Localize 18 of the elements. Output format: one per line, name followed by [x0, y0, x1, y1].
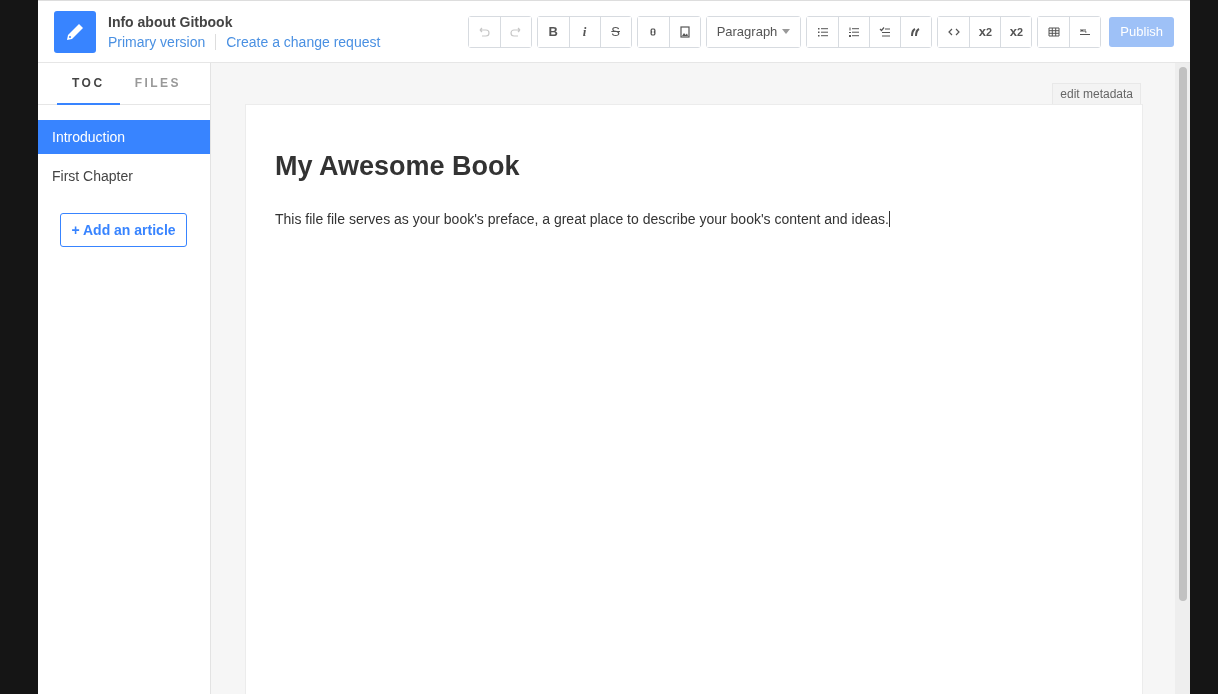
- caret-icon: [782, 29, 791, 34]
- strikethrough-button[interactable]: S: [599, 16, 631, 47]
- edit-logo-icon: [54, 10, 96, 53]
- quote-button[interactable]: [900, 16, 932, 47]
- scrollbar[interactable]: [1175, 63, 1190, 694]
- rule-button[interactable]: [1069, 16, 1101, 47]
- image-button[interactable]: [668, 16, 700, 47]
- add-article-button[interactable]: + Add an article: [60, 213, 187, 247]
- text-cursor: [888, 211, 890, 227]
- toc-item[interactable]: First Chapter: [38, 159, 210, 193]
- edit-metadata-button[interactable]: edit metadata: [1052, 83, 1141, 104]
- scrollbar-thumb[interactable]: [1178, 67, 1187, 601]
- page-heading: My Awesome Book: [275, 151, 521, 182]
- sidebar-tab[interactable]: TOC: [57, 63, 120, 105]
- paragraph-dropdown[interactable]: Paragraph: [706, 16, 801, 47]
- page-paragraph: This file file serves as your book's preface, a great place to describe your book's content and ideas.: [275, 211, 889, 227]
- toc-item[interactable]: Introduction: [38, 120, 210, 154]
- book-title: Info about Gitbook: [108, 13, 234, 30]
